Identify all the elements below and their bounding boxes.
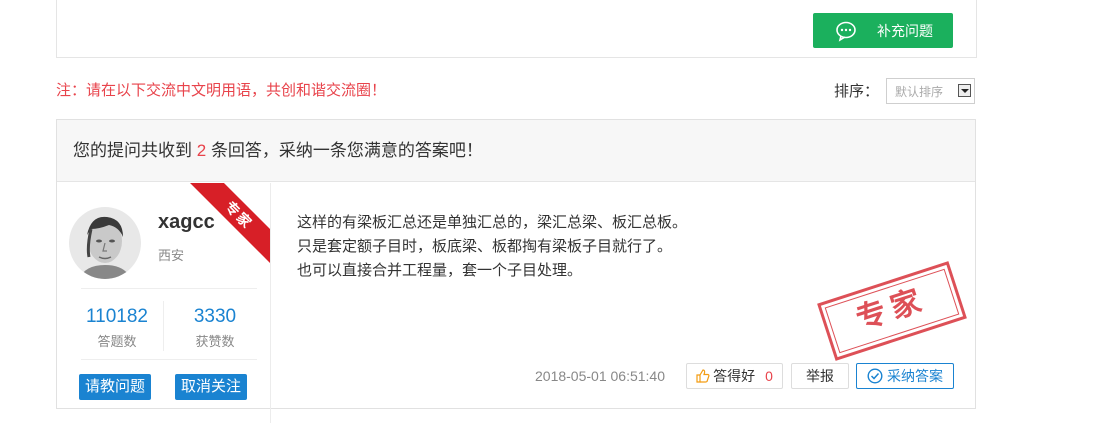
sort-label: 排序： — [834, 83, 880, 100]
answerer-location: 西安 — [158, 248, 185, 263]
etiquette-notice: 注：请在以下交流中文明用语，共创和谐交流圈！ — [56, 82, 387, 99]
answers-count-label: 答题数 — [97, 334, 137, 349]
report-button[interactable]: 举报 — [791, 363, 849, 389]
like-label: 答得好 — [713, 368, 756, 384]
divider — [163, 301, 164, 351]
supplement-question-button[interactable]: 补充问题 — [813, 13, 953, 48]
avatar[interactable] — [69, 207, 141, 279]
answers-header-suffix: 条回答，采纳一条您满意的答案吧！ — [210, 141, 483, 160]
sort-selected-value: 默认排序 — [895, 84, 944, 99]
answerer-name[interactable]: xagcc — [158, 211, 215, 234]
thumbs-up-icon — [696, 369, 710, 383]
answers-count-value: 110182 — [86, 306, 148, 327]
like-count: 0 — [765, 368, 773, 384]
answer-line: 这样的有梁板汇总还是单独汇总的，梁汇总梁、板汇总板。 — [297, 214, 688, 231]
accept-answer-button[interactable]: 采纳答案 — [856, 363, 954, 389]
accept-answer-label: 采纳答案 — [887, 368, 943, 384]
likes-count-stat: 3330 获赞数 — [169, 306, 261, 350]
answer-line: 也可以直接合并工程量，套一个子目处理。 — [297, 262, 583, 279]
answers-count-stat: 110182 答题数 — [71, 306, 163, 350]
answers-count: 2 — [196, 141, 207, 160]
answerer-card: xagcc 西安 专家 110182 答题数 3330 获赞数 请教问题 取消关… — [63, 183, 271, 423]
supplement-question-label: 补充问题 — [877, 22, 933, 39]
unfollow-button[interactable]: 取消关注 — [175, 374, 248, 400]
divider — [81, 288, 257, 289]
sort-select[interactable]: 默认排序 — [886, 78, 975, 104]
check-circle-icon — [867, 368, 883, 384]
user-portrait-icon — [69, 207, 141, 279]
answer-line: 只是套定额子目时，板底梁、板都掏有梁板子目就行了。 — [297, 238, 673, 255]
ask-question-button[interactable]: 请教问题 — [79, 374, 152, 400]
like-button[interactable]: 答得好 0 — [686, 363, 783, 389]
chevron-down-icon — [958, 84, 971, 97]
divider — [81, 359, 257, 360]
question-panel: 补充问题 — [56, 0, 977, 58]
likes-count-label: 获赞数 — [195, 334, 235, 349]
likes-count-value: 3330 — [193, 306, 237, 327]
answers-header: 您的提问共收到 2 条回答，采纳一条您满意的答案吧！ — [57, 120, 975, 182]
answers-section: 您的提问共收到 2 条回答，采纳一条您满意的答案吧！ xagcc 西安 专家 1… — [56, 119, 976, 423]
expert-stamp: 专家 — [817, 261, 967, 361]
answers-header-prefix: 您的提问共收到 — [73, 141, 192, 160]
answer-timestamp: 2018-05-01 06:51:40 — [535, 368, 665, 384]
chat-bubble-icon — [836, 21, 856, 42]
answer-content: 这样的有梁板汇总还是单独汇总的，梁汇总梁、板汇总板。 只是套定额子目时，板底梁、… — [297, 211, 687, 283]
